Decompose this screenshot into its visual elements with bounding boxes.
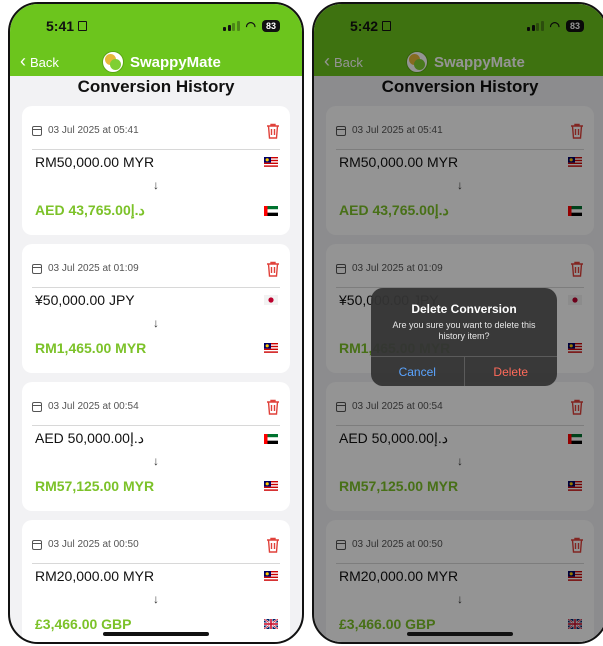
history-card: 03 Jul 2025 at 01:09 ¥50,000.00 JPY ↓ RM… (22, 244, 290, 373)
trash-icon[interactable] (266, 261, 280, 277)
to-amount: AED 43,765.00د.إ (35, 202, 145, 218)
japan-flag-icon (264, 295, 278, 305)
arrow-down-icon: ↓ (153, 454, 159, 468)
phone-screen-history: 5:41 ◠ 83 ‹ Back SwappyMate Conversion H… (8, 2, 304, 644)
home-indicator[interactable] (407, 632, 513, 636)
phone-screen-delete-dialog: 5:42 ◠ 83 ‹ Back SwappyMate Conversion H… (312, 2, 603, 644)
nav-bar: ‹ Back SwappyMate (10, 48, 302, 76)
uae-flag-icon (264, 205, 278, 216)
lock-icon (78, 21, 88, 31)
delete-button[interactable]: Delete (465, 357, 558, 386)
dialog-message: Are you sure you want to delete this his… (392, 320, 536, 341)
history-card: 03 Jul 2025 at 00:50 RM20,000.00 MYR ↓ £… (22, 520, 290, 642)
malaysia-flag-icon (264, 157, 278, 167)
history-date: 03 Jul 2025 at 00:54 (48, 401, 139, 412)
malaysia-flag-icon (264, 343, 278, 353)
calendar-icon (32, 263, 42, 274)
back-label: Back (30, 54, 59, 70)
from-amount: AED 50,000.00د.إ (35, 430, 144, 446)
home-indicator[interactable] (103, 632, 209, 636)
calendar-icon (32, 125, 42, 136)
status-bar: 5:41 ◠ 83 (10, 4, 302, 48)
calendar-icon (32, 401, 42, 412)
page-title: Conversion History (10, 76, 302, 102)
delete-confirm-dialog: Delete Conversion Are you sure you want … (371, 288, 557, 386)
trash-icon[interactable] (266, 399, 280, 415)
calendar-icon (32, 539, 42, 550)
history-date: 03 Jul 2025 at 05:41 (48, 125, 139, 136)
arrow-down-icon: ↓ (153, 592, 159, 606)
to-amount: RM1,465.00 MYR (35, 340, 147, 356)
battery-icon: 83 (261, 20, 280, 32)
back-button[interactable]: ‹ Back (20, 51, 59, 71)
wifi-icon: ◠ (245, 19, 256, 33)
from-amount: RM20,000.00 MYR (35, 568, 155, 584)
app-logo-icon (102, 51, 124, 73)
history-card: 03 Jul 2025 at 05:41 RM50,000.00 MYR ↓ A… (22, 106, 290, 235)
history-date: 03 Jul 2025 at 00:50 (48, 539, 139, 550)
uk-flag-icon (264, 619, 278, 629)
to-amount: RM57,125.00 MYR (35, 478, 155, 494)
arrow-down-icon: ↓ (153, 178, 159, 192)
chevron-left-icon: ‹ (20, 51, 26, 71)
dialog-title: Delete Conversion (411, 302, 517, 316)
from-amount: ¥50,000.00 JPY (35, 292, 135, 308)
history-date: 03 Jul 2025 at 01:09 (48, 263, 139, 274)
malaysia-flag-icon (264, 481, 278, 491)
status-time: 5:41 (46, 18, 75, 34)
app-brand: SwappyMate (102, 51, 221, 73)
cancel-button[interactable]: Cancel (371, 357, 465, 386)
uae-flag-icon (264, 433, 278, 444)
arrow-down-icon: ↓ (153, 316, 159, 330)
history-card: 03 Jul 2025 at 00:54 AED 50,000.00د.إ ↓ … (22, 382, 290, 511)
malaysia-flag-icon (264, 571, 278, 581)
trash-icon[interactable] (266, 123, 280, 139)
signal-icon (223, 21, 240, 31)
from-amount: RM50,000.00 MYR (35, 154, 155, 170)
app-name: SwappyMate (130, 53, 221, 71)
to-amount: £3,466.00 GBP (35, 616, 132, 632)
trash-icon[interactable] (266, 537, 280, 553)
